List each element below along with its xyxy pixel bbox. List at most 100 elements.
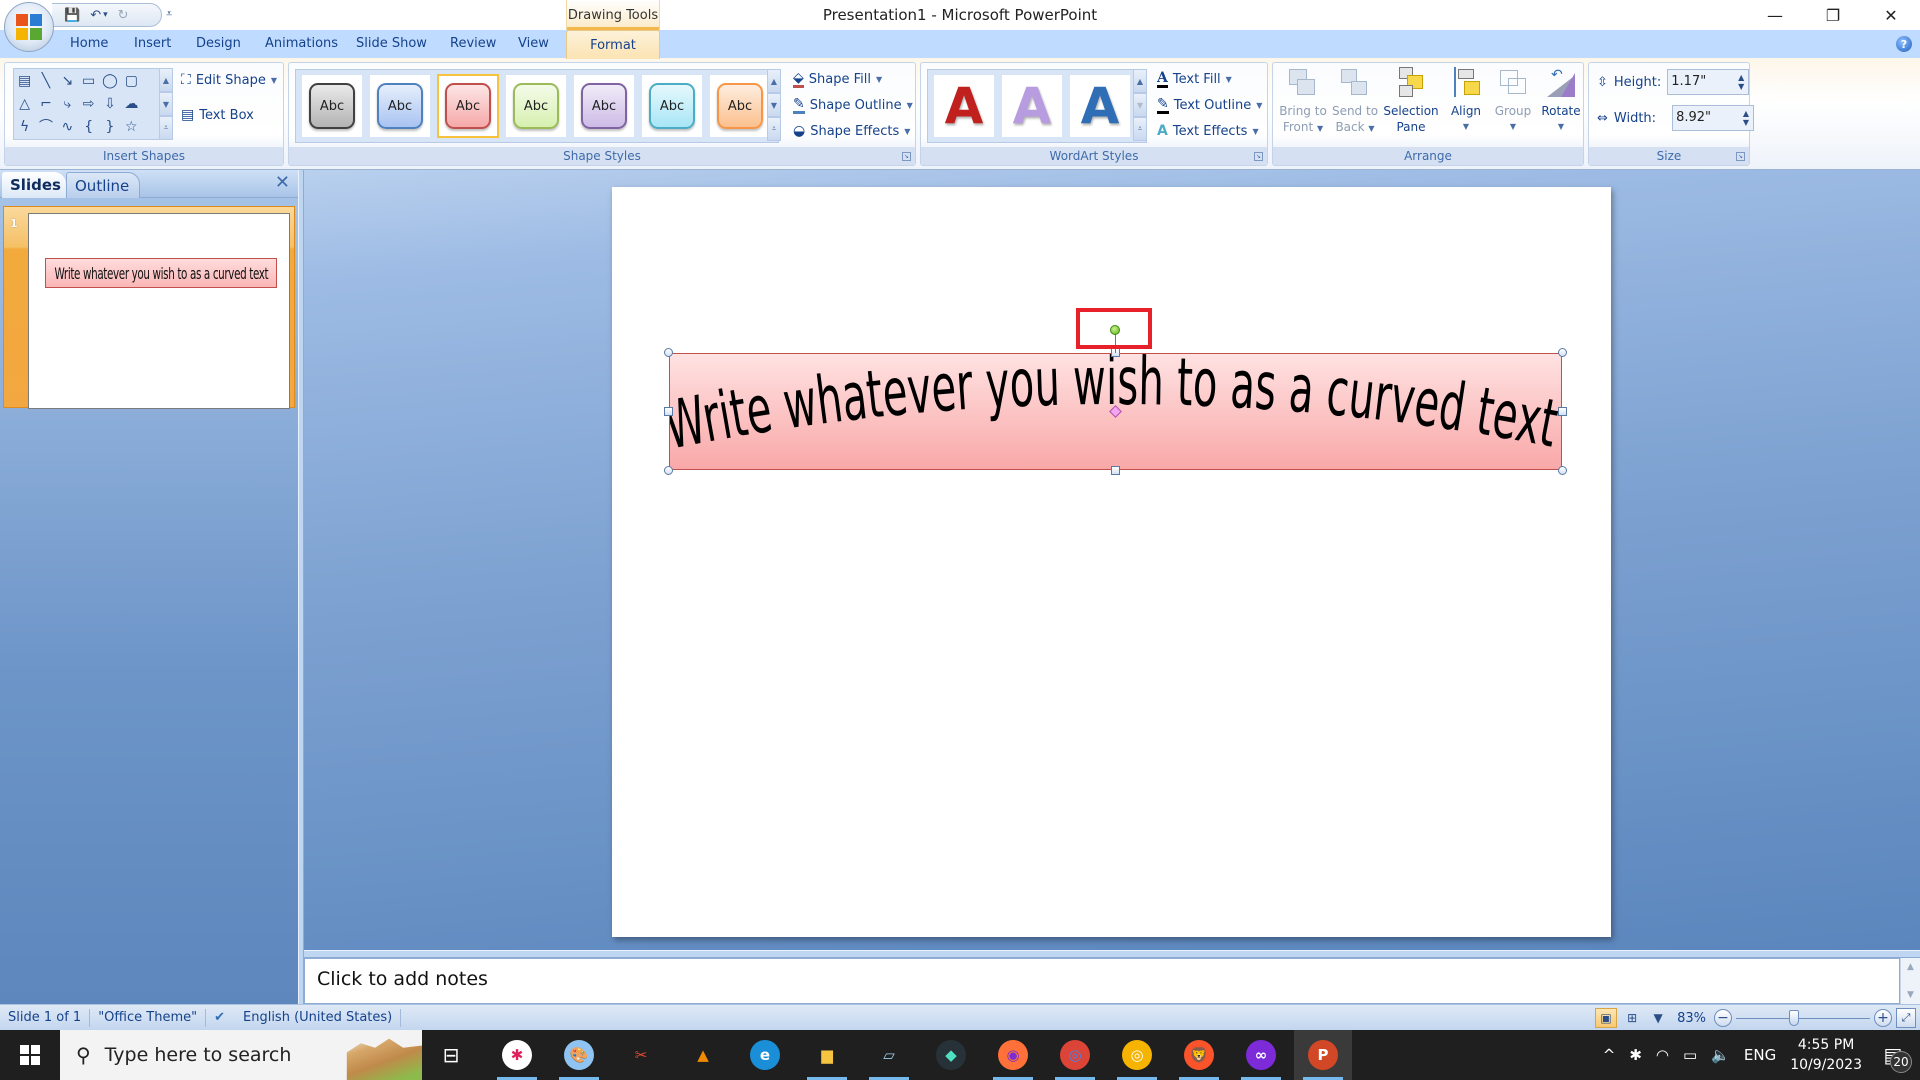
undo-dropdown-icon[interactable]: ▾: [103, 10, 108, 20]
gallery-up-icon[interactable]: ▲: [767, 69, 781, 93]
taskbar-app-notepad[interactable]: ▱: [860, 1030, 918, 1080]
resize-handle-top-right[interactable]: [1558, 348, 1567, 357]
width-spinner-icon[interactable]: ▲ ▼: [1743, 109, 1749, 127]
close-button[interactable]: ✕: [1862, 0, 1920, 30]
resize-handle-top-left[interactable]: [664, 348, 673, 357]
notification-center-button[interactable]: ▤ 20: [1876, 1035, 1912, 1075]
taskbar-app-edge[interactable]: e: [736, 1030, 794, 1080]
gallery-more-icon[interactable]: ⩡: [1133, 117, 1147, 141]
shape-right-arrow-icon[interactable]: ⇨: [83, 97, 95, 111]
taskbar-search[interactable]: ⚲ Type here to search: [60, 1030, 422, 1080]
shape-line-icon[interactable]: ╲: [42, 74, 50, 88]
tab-review[interactable]: Review: [450, 36, 496, 51]
tab-animations[interactable]: Animations: [265, 36, 338, 51]
tab-view[interactable]: View: [518, 36, 549, 51]
bring-to-front-button[interactable]: Bring to Front ▼: [1277, 67, 1329, 141]
minimize-button[interactable]: —: [1746, 0, 1804, 30]
group-button[interactable]: Group ▼: [1489, 67, 1537, 141]
gallery-more-icon[interactable]: ⩡: [159, 116, 173, 140]
align-button[interactable]: Align ▼: [1443, 67, 1489, 141]
shape-star-icon[interactable]: ☆: [125, 120, 138, 134]
slack-tray-icon[interactable]: ✱: [1629, 1046, 1642, 1064]
restore-button[interactable]: ❐: [1804, 0, 1862, 30]
close-pane-icon[interactable]: ✕: [275, 172, 290, 193]
scroll-down-icon[interactable]: ▼: [1907, 990, 1914, 1000]
shape-right-brace-icon[interactable]: }: [106, 120, 115, 134]
text-fill-button[interactable]: A Text Fill ▼: [1157, 71, 1232, 88]
shape-outline-button[interactable]: ✎ Shape Outline ▼: [793, 97, 913, 114]
language-status[interactable]: ✔ English (United States): [206, 1008, 402, 1027]
shape-arc-icon[interactable]: ⌒: [39, 120, 53, 134]
fit-to-window-icon[interactable]: ⤢: [1896, 1008, 1916, 1028]
shape-style-7[interactable]: Abc: [710, 75, 770, 137]
scroll-up-icon[interactable]: ▲: [1907, 962, 1914, 972]
height-spinner-icon[interactable]: ▲ ▼: [1738, 73, 1744, 91]
shape-style-4[interactable]: Abc: [506, 75, 566, 137]
shape-elbow-connector-icon[interactable]: ⌐: [40, 97, 52, 111]
shape-arrow-line-icon[interactable]: ↘: [61, 74, 73, 88]
slide-thumbnail-1[interactable]: 1 Write whatever you wish to as a curved…: [3, 206, 295, 409]
office-button[interactable]: [4, 2, 54, 52]
volume-icon[interactable]: 🔈: [1711, 1046, 1730, 1064]
customize-qat-icon[interactable]: ⩡: [166, 7, 172, 21]
tab-slide-show[interactable]: Slide Show: [356, 36, 427, 51]
zoom-slider-thumb[interactable]: [1789, 1010, 1800, 1026]
shape-callout-icon[interactable]: ☁: [124, 97, 138, 111]
tab-home[interactable]: Home: [70, 36, 108, 51]
zoom-slider[interactable]: [1736, 1009, 1870, 1027]
resize-handle-bottom[interactable]: [1111, 466, 1120, 475]
text-outline-button[interactable]: ✎ Text Outline ▼: [1157, 97, 1262, 114]
wordart-dialog-launcher[interactable]: ↘: [1254, 152, 1263, 161]
rotate-button[interactable]: ↶ Rotate ▼: [1537, 67, 1585, 141]
taskbar-app-powerpoint[interactable]: P: [1294, 1030, 1352, 1080]
wordart-shape[interactable]: Write whatever you wish to as a curved t…: [664, 325, 1567, 475]
shape-elbow-arrow-icon[interactable]: ⤷: [63, 97, 71, 111]
gallery-up-icon[interactable]: ▲: [1133, 69, 1147, 93]
taskbar-app-tor-browser[interactable]: ∞: [1232, 1030, 1290, 1080]
slide-sorter-icon[interactable]: ⊞: [1621, 1008, 1643, 1028]
height-input[interactable]: 1.17" ▲ ▼: [1667, 69, 1750, 95]
taskbar-app-firefox[interactable]: ◉: [984, 1030, 1042, 1080]
undo-icon[interactable]: ↶: [90, 8, 101, 23]
save-icon[interactable]: 💾: [64, 8, 80, 23]
width-input[interactable]: 8.92" ▲ ▼: [1672, 105, 1755, 131]
wordart-style-3[interactable]: A: [1070, 75, 1130, 137]
zoom-in-icon[interactable]: +: [1874, 1009, 1892, 1027]
shape-style-2[interactable]: Abc: [370, 75, 430, 137]
shape-left-brace-icon[interactable]: {: [84, 120, 93, 134]
gallery-up-icon[interactable]: ▲: [159, 68, 173, 92]
wordart-style-1[interactable]: A: [934, 75, 994, 137]
shape-rectangle-icon[interactable]: ▭: [82, 74, 95, 88]
redo-icon[interactable]: ↻: [118, 8, 129, 23]
shape-style-6[interactable]: Abc: [642, 75, 702, 137]
show-hidden-icons[interactable]: ^: [1603, 1046, 1616, 1064]
shape-triangle-icon[interactable]: △: [19, 97, 30, 111]
taskbar-app-file-explorer[interactable]: ▆: [798, 1030, 856, 1080]
input-language[interactable]: ENG: [1744, 1046, 1776, 1064]
taskbar-app-brave[interactable]: 🦁: [1170, 1030, 1228, 1080]
help-icon[interactable]: ?: [1896, 36, 1912, 52]
notes-splitter[interactable]: [304, 950, 1920, 958]
clock[interactable]: 4:55 PM 10/9/2023: [1790, 1035, 1862, 1075]
taskbar-app-chrome[interactable]: ◎: [1046, 1030, 1104, 1080]
shape-freeform-icon[interactable]: ϟ: [20, 120, 29, 134]
resize-handle-bottom-left[interactable]: [664, 466, 673, 475]
gallery-down-icon[interactable]: ▼: [767, 93, 781, 117]
gallery-more-icon[interactable]: ⩡: [767, 117, 781, 141]
taskbar-app-chrome-canary[interactable]: ◎: [1108, 1030, 1166, 1080]
resize-handle-right[interactable]: [1558, 407, 1567, 416]
size-dialog-launcher[interactable]: ↘: [1736, 152, 1745, 161]
tab-insert[interactable]: Insert: [134, 36, 171, 51]
shape-style-1[interactable]: Abc: [302, 75, 362, 137]
tab-design[interactable]: Design: [196, 36, 241, 51]
shape-oval-icon[interactable]: ◯: [102, 74, 118, 88]
tab-format[interactable]: Format: [566, 30, 660, 59]
taskbar-app-paint[interactable]: 🎨: [550, 1030, 608, 1080]
taskbar-app-snipping-tool[interactable]: ✂: [612, 1030, 670, 1080]
gallery-down-icon[interactable]: ▼: [1133, 93, 1147, 117]
slide-show-icon[interactable]: ▼: [1647, 1008, 1669, 1028]
wordart-style-2[interactable]: A: [1002, 75, 1062, 137]
normal-view-icon[interactable]: ▣: [1595, 1008, 1618, 1028]
shape-down-arrow-icon[interactable]: ⇩: [104, 97, 116, 111]
shape-styles-dialog-launcher[interactable]: ↘: [902, 152, 911, 161]
